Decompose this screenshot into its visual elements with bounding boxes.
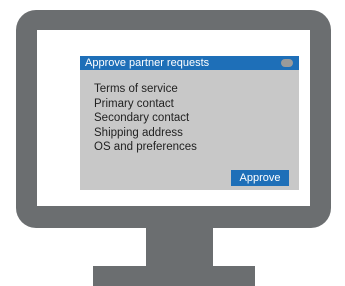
list-item: Terms of service <box>94 83 178 95</box>
list-item: Shipping address <box>94 126 183 139</box>
pill-button-icon[interactable] <box>281 59 293 67</box>
monitor-stand-base <box>93 266 255 286</box>
list-item: Primary contact <box>94 97 174 110</box>
request-list: Terms of service Primary contact Seconda… <box>94 82 197 155</box>
dialog-title: Approve partner requests <box>85 57 210 69</box>
list-item: OS and preferences <box>94 141 197 153</box>
approve-requests-dialog: Approve partner requests Terms of servic… <box>80 56 299 190</box>
monitor-stand-neck <box>146 228 213 270</box>
dialog-titlebar: Approve partner requests <box>80 56 299 70</box>
list-item: Secondary contact <box>94 112 190 124</box>
approve-button[interactable]: Approve <box>231 170 289 186</box>
